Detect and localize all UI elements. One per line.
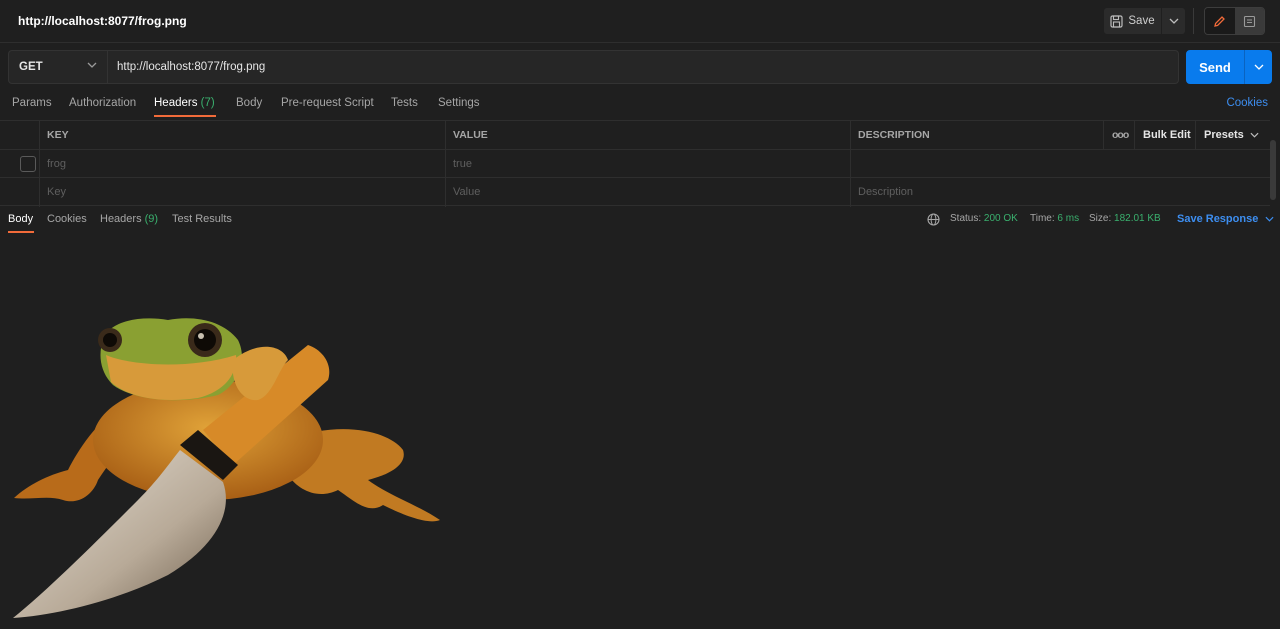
column-divider [445, 121, 446, 207]
tab-tests[interactable]: Tests [391, 97, 418, 109]
tab-headers[interactable]: Headers (7) [154, 97, 215, 109]
tab-params[interactable]: Params [12, 97, 52, 109]
table-row: frog true [0, 150, 1270, 178]
documentation-mode-button[interactable] [1234, 8, 1264, 34]
new-key-input[interactable]: Key [47, 178, 66, 205]
status-value[interactable]: 200 OK [984, 213, 1018, 224]
size-indicator: Size: 182.01 KB [1089, 213, 1161, 224]
time-label: Time: [1030, 213, 1055, 224]
method-select[interactable]: GET [8, 50, 108, 84]
globe-icon[interactable] [927, 213, 940, 226]
tab-pre-request-script[interactable]: Pre-request Script [281, 97, 374, 109]
save-response-button[interactable]: Save Response [1177, 213, 1274, 225]
response-image-preview [8, 300, 448, 625]
view-mode-toggle [1204, 7, 1265, 35]
save-button[interactable]: Save [1104, 8, 1161, 34]
new-value-input[interactable]: Value [453, 178, 480, 205]
time-indicator: Time: 6 ms [1030, 213, 1079, 224]
method-value: GET [19, 61, 43, 73]
active-tab-indicator [154, 115, 216, 117]
table-scrollbar[interactable] [1270, 140, 1276, 200]
response-tab-body[interactable]: Body [8, 213, 33, 225]
new-description-input[interactable]: Description [858, 178, 913, 205]
save-button-group: Save [1104, 8, 1185, 34]
title-bar: http://localhost:8077/frog.png Save [0, 0, 1280, 43]
url-input[interactable]: http://localhost:8077/frog.png [108, 50, 1179, 84]
send-button[interactable]: Send [1186, 50, 1244, 84]
chevron-down-icon [1250, 132, 1259, 138]
response-headers-count: (9) [144, 213, 159, 225]
headers-table: KEY VALUE DESCRIPTION ooo Bulk Edit Pres… [0, 120, 1270, 207]
cookies-link[interactable]: Cookies [1226, 97, 1268, 109]
headers-count: (7) [200, 97, 215, 109]
chevron-down-icon [87, 62, 97, 68]
active-response-tab-indicator [8, 231, 34, 233]
edit-mode-button[interactable] [1205, 8, 1235, 34]
status-indicator: Status: 200 OK [950, 213, 1018, 224]
tab-body[interactable]: Body [236, 97, 262, 109]
row-enable-checkbox[interactable] [20, 155, 36, 172]
chevron-down-icon [1169, 18, 1178, 24]
response-tab-cookies[interactable]: Cookies [47, 213, 87, 225]
request-tabs: Params Authorization Headers (7) Body Pr… [0, 93, 1280, 119]
size-label: Size: [1089, 213, 1112, 224]
column-value: VALUE [453, 129, 488, 141]
request-title[interactable]: http://localhost:8077/frog.png [18, 14, 187, 28]
column-divider [850, 121, 851, 207]
send-button-group: Send [1186, 50, 1272, 84]
toolbar-divider [1193, 8, 1194, 34]
send-dropdown-button[interactable] [1244, 50, 1272, 84]
frog-with-knife-image [13, 318, 440, 618]
url-value: http://localhost:8077/frog.png [117, 61, 266, 73]
response-tab-test-results[interactable]: Test Results [172, 213, 232, 225]
status-label: Status: [950, 213, 982, 224]
pencil-icon [1214, 15, 1226, 27]
save-dropdown-button[interactable] [1161, 8, 1185, 34]
header-value-cell[interactable]: true [453, 150, 472, 177]
time-value[interactable]: 6 ms [1057, 213, 1079, 224]
more-options-icon[interactable]: ooo [1112, 129, 1129, 141]
save-icon [1110, 14, 1123, 28]
size-value[interactable]: 182.01 KB [1114, 213, 1161, 224]
response-tab-headers[interactable]: Headers (9) [100, 213, 158, 225]
tab-authorization[interactable]: Authorization [69, 97, 136, 109]
column-divider [39, 121, 40, 207]
column-description: DESCRIPTION [858, 129, 930, 141]
chevron-down-icon [1254, 64, 1263, 70]
table-header-row: KEY VALUE DESCRIPTION ooo Bulk Edit Pres… [0, 121, 1270, 150]
table-row-placeholder: Key Value Description [0, 178, 1270, 206]
save-label: Save [1128, 15, 1155, 27]
bulk-edit-button[interactable]: Bulk Edit [1143, 129, 1191, 141]
column-key: KEY [47, 129, 69, 141]
column-divider [1134, 121, 1135, 150]
header-key-cell[interactable]: frog [47, 150, 66, 177]
tab-settings[interactable]: Settings [438, 97, 480, 109]
response-tabs: Body Cookies Headers (9) Test Results [0, 210, 1280, 236]
column-divider [1103, 121, 1104, 150]
documentation-icon [1243, 15, 1255, 27]
column-divider [1195, 121, 1196, 150]
presets-dropdown[interactable]: Presets [1204, 121, 1259, 149]
chevron-down-icon [1265, 216, 1274, 222]
